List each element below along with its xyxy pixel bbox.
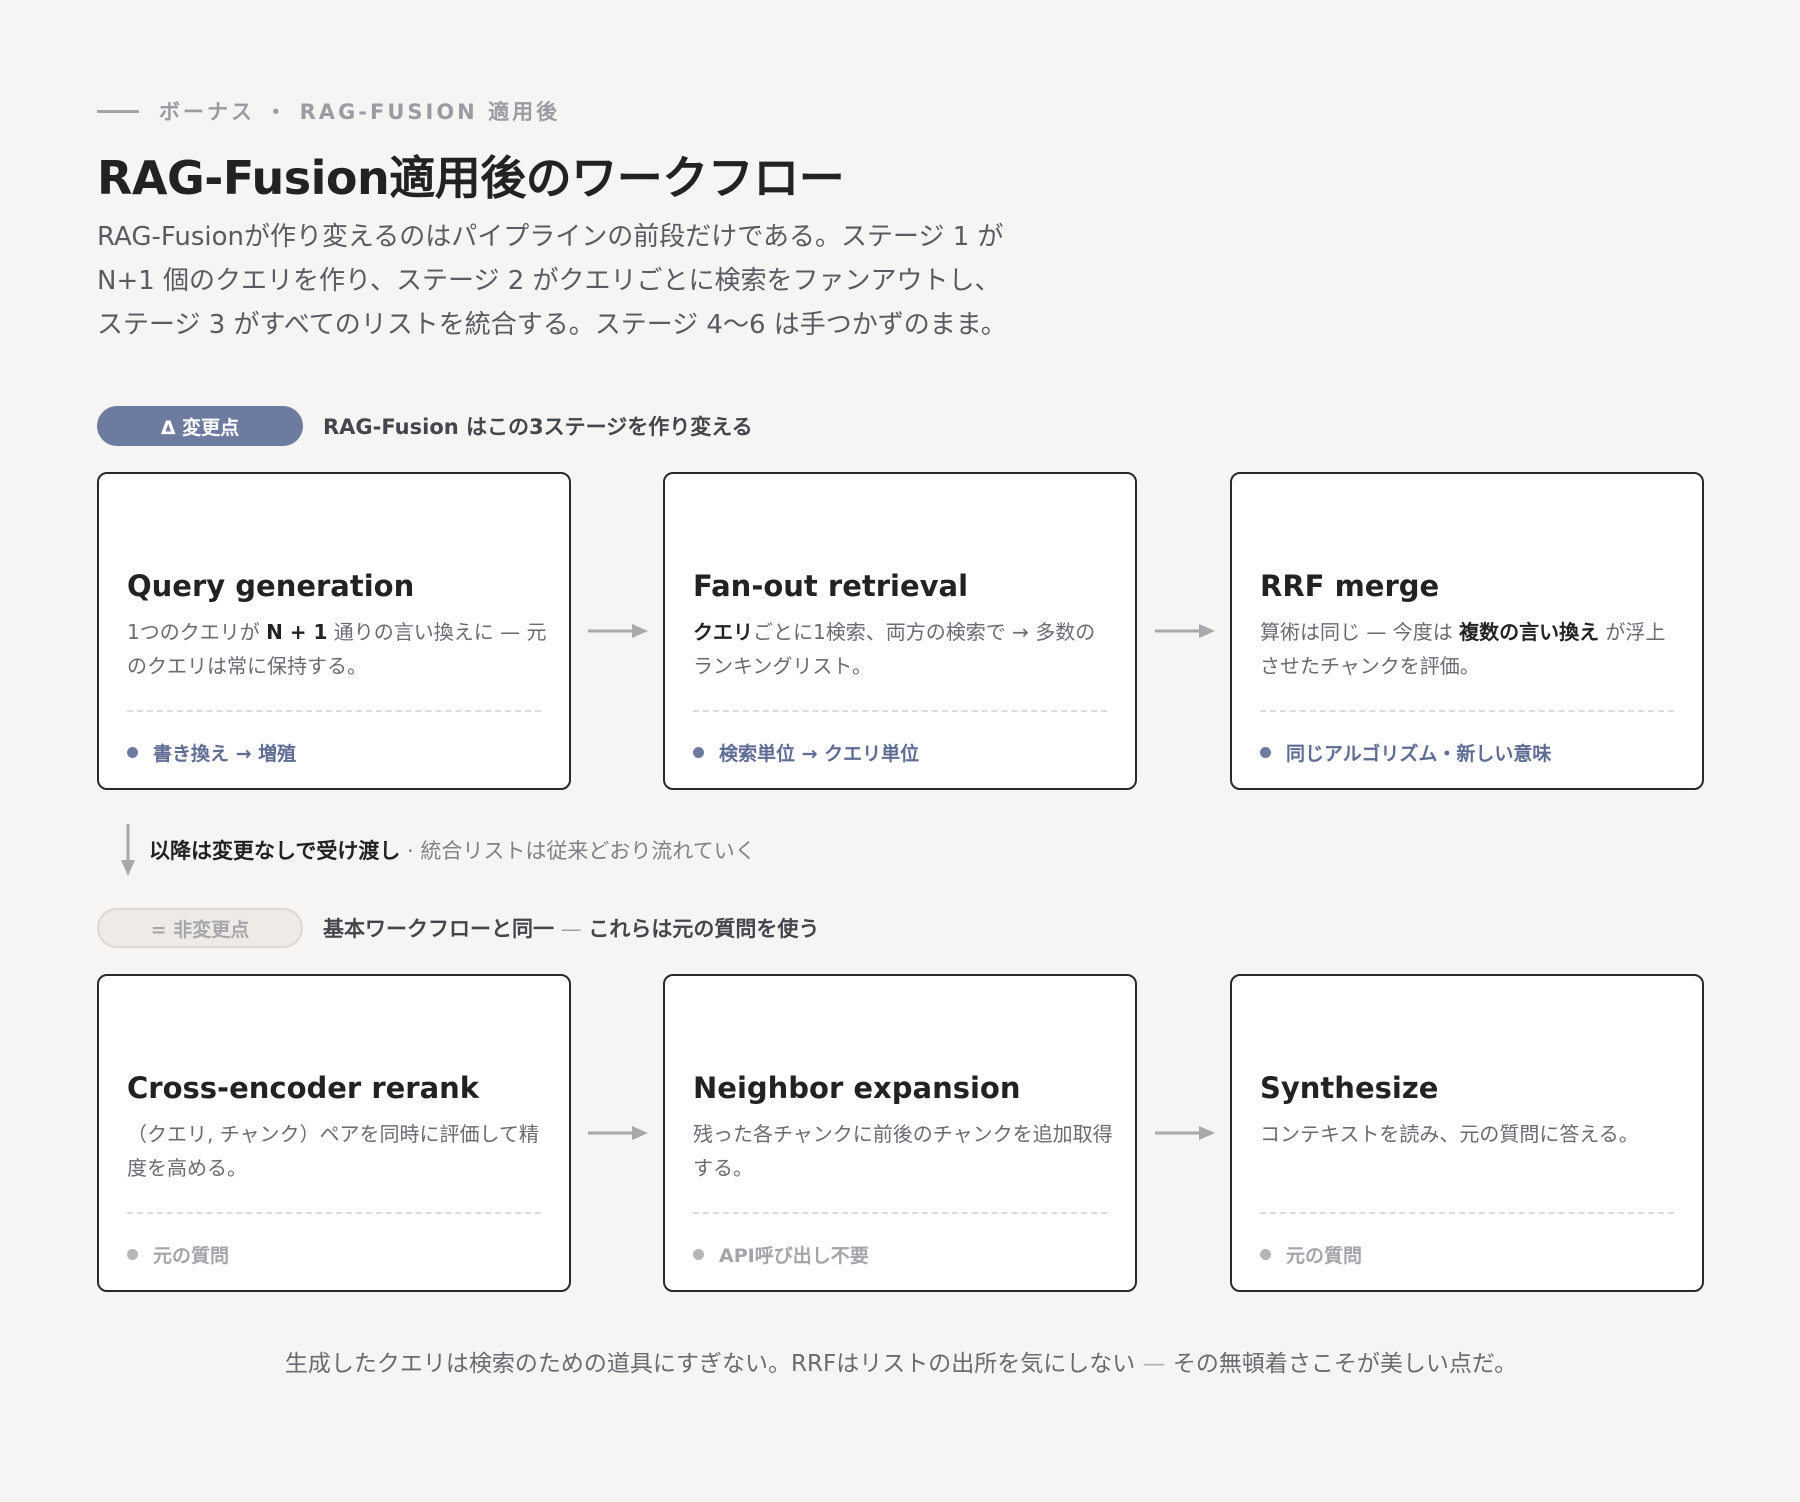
- changed-pill: Δ 変更点: [97, 406, 303, 446]
- arrow-right-icon: [1155, 624, 1215, 638]
- eyebrow: ボーナス ・ RAG-FUSION 適用後: [97, 96, 560, 126]
- tag-label: 元の質問: [1286, 1245, 1363, 1267]
- card-divider: [693, 1212, 1107, 1214]
- arrow-right-icon: [1155, 1126, 1215, 1140]
- intro-line-3: ステージ 3 がすべてのリストを統合する。ステージ 4〜6 は手つかずのまま。: [97, 310, 1007, 340]
- card-tag: 元の質問: [127, 1241, 229, 1268]
- desc-post: ごとに1検索、両方の検索で → 多数のランキングリスト。: [693, 620, 1096, 678]
- unchanged-pill: = 非変更点: [97, 908, 303, 948]
- intro-paragraph: RAG-Fusionが作り変えるのはパイプラインの前段だけである。ステージ 1 …: [97, 215, 1097, 347]
- desc-bold: 複数の言い換え: [1459, 620, 1600, 644]
- card-title: RRF merge: [1260, 569, 1440, 603]
- note-dash: —: [554, 917, 589, 941]
- card-description: 残った各チャンクに前後のチャンクを追加取得する。: [693, 1122, 1113, 1180]
- card-rrf-merge: RRF merge 算術は同じ — 今度は 複数の言い換え が浮上させたチャンク…: [1230, 472, 1704, 790]
- card-description: コンテキストを読み、元の質問に答える。: [1260, 1122, 1639, 1146]
- card-description: クエリごとに1検索、両方の検索で → 多数のランキングリスト。: [693, 615, 1113, 683]
- changed-section-note: RAG-Fusion はこの3ステージを作り変える: [323, 415, 753, 439]
- arrow-right-icon: [588, 624, 648, 638]
- note-main: 基本ワークフローと同一: [323, 917, 554, 941]
- card-tag: 同じアルゴリズム・新しい意味: [1260, 739, 1551, 766]
- arrow-down-icon: [121, 824, 135, 876]
- note-tail: これらは元の質問を使う: [588, 917, 820, 941]
- handoff-weak: · 統合リストは従来どおり流れていく: [400, 839, 756, 863]
- tag-label: 同じアルゴリズム・新しい意味: [1286, 743, 1552, 765]
- tag-label: API呼び出し不要: [719, 1245, 869, 1267]
- eyebrow-rule: [97, 109, 139, 113]
- page-title: RAG-Fusion適用後のワークフロー: [97, 151, 845, 205]
- card-tag: 元の質問: [1260, 1241, 1362, 1268]
- unchanged-section-header: = 非変更点 基本ワークフローと同一 — これらは元の質問を使う: [97, 908, 819, 948]
- desc-pre: 算術は同じ — 今度は: [1260, 620, 1460, 644]
- card-description: 算術は同じ — 今度は 複数の言い換え が浮上させたチャンクを評価。: [1260, 615, 1680, 683]
- footer-note: 生成したクエリは検索のための道具にすぎない。RRFはリストの出所を気にしない —…: [97, 1344, 1705, 1378]
- card-divider: [693, 710, 1107, 712]
- card-query-generation: Query generation 1つのクエリが N + 1 通りの言い換えに …: [97, 472, 571, 790]
- card-fan-out-retrieval: Fan-out retrieval クエリごとに1検索、両方の検索で → 多数の…: [663, 472, 1137, 790]
- card-title: Fan-out retrieval: [693, 569, 969, 603]
- desc-bold: N + 1: [266, 620, 328, 644]
- card-title: Query generation: [127, 569, 415, 603]
- card-tag: 検索単位 → クエリ単位: [693, 739, 919, 766]
- card-neighbor-expansion: Neighbor expansion 残った各チャンクに前後のチャンクを追加取得…: [663, 974, 1137, 1292]
- card-title: Neighbor expansion: [693, 1071, 1021, 1105]
- intro-line-1: RAG-Fusionが作り変えるのはパイプラインの前段だけである。ステージ 1 …: [97, 222, 1004, 252]
- tag-label: 検索単位 → クエリ単位: [719, 743, 920, 765]
- card-tag: API呼び出し不要: [693, 1241, 869, 1268]
- footer-main: 生成したクエリは検索のための道具にすぎない。RRFはリストの出所を気にしない: [284, 1351, 1136, 1377]
- tag-dot-icon: [693, 747, 704, 758]
- card-divider: [1260, 1212, 1674, 1214]
- tag-dot-icon: [127, 747, 138, 758]
- card-divider: [127, 1212, 541, 1214]
- card-title: Synthesize: [1260, 1071, 1439, 1105]
- desc-pre: 1つのクエリが: [127, 620, 267, 644]
- handoff-note: 以降は変更なしで受け渡し · 統合リストは従来どおり流れていく: [117, 822, 756, 878]
- card-description: 1つのクエリが N + 1 通りの言い換えに — 元のクエリは常に保持する。: [127, 615, 547, 683]
- card-synthesize: Synthesize コンテキストを読み、元の質問に答える。 元の質問: [1230, 974, 1704, 1292]
- footer-tail: その無頓着さこそが美しい点だ。: [1172, 1351, 1518, 1377]
- footer-dash: —: [1135, 1351, 1173, 1377]
- tag-dot-icon: [693, 1249, 704, 1260]
- unchanged-section-note: 基本ワークフローと同一 — これらは元の質問を使う: [323, 913, 819, 943]
- tag-label: 書き換え → 増殖: [153, 743, 297, 765]
- card-description: （クエリ, チャンク）ペアを同時に評価して精度を高める。: [127, 1122, 539, 1180]
- eyebrow-label: ボーナス ・ RAG-FUSION 適用後: [159, 100, 561, 124]
- card-divider: [1260, 710, 1674, 712]
- changed-section-header: Δ 変更点 RAG-Fusion はこの3ステージを作り変える: [97, 406, 753, 446]
- tag-dot-icon: [1260, 747, 1271, 758]
- desc-bold: クエリ: [693, 620, 753, 644]
- arrow-right-icon: [588, 1126, 648, 1140]
- handoff-strong: 以降は変更なしで受け渡し: [149, 839, 401, 863]
- card-divider: [127, 710, 541, 712]
- card-title: Cross-encoder rerank: [127, 1071, 480, 1105]
- workflow-page: ボーナス ・ RAG-FUSION 適用後 RAG-Fusion適用後のワークフ…: [97, 0, 1705, 1502]
- intro-line-2: N+1 個のクエリを作り、ステージ 2 がクエリごとに検索をファンアウトし、: [97, 266, 1001, 296]
- tag-dot-icon: [127, 1249, 138, 1260]
- tag-label: 元の質問: [153, 1245, 230, 1267]
- card-cross-encoder-rerank: Cross-encoder rerank （クエリ, チャンク）ペアを同時に評価…: [97, 974, 571, 1292]
- card-tag: 書き換え → 増殖: [127, 739, 296, 766]
- tag-dot-icon: [1260, 1249, 1271, 1260]
- handoff-text: 以降は変更なしで受け渡し · 統合リストは従来どおり流れていく: [149, 835, 756, 865]
